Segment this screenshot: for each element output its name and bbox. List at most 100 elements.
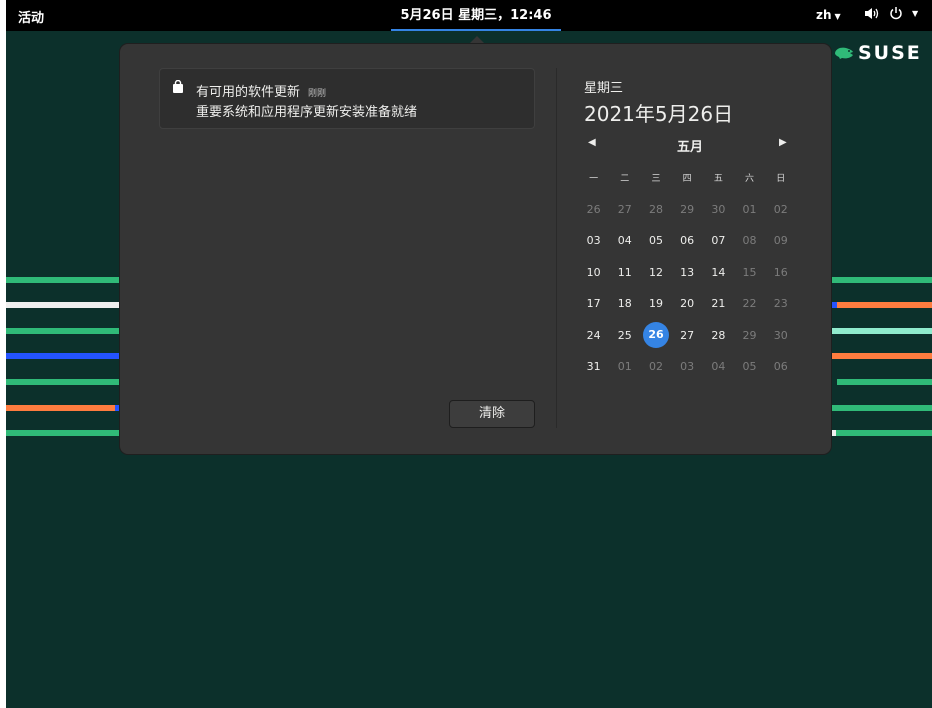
wallpaper-stripe — [837, 379, 932, 385]
calendar-day[interactable]: 07 — [703, 234, 734, 247]
wallpaper-stripe — [6, 328, 120, 334]
calendar-day[interactable]: 03 — [578, 234, 609, 247]
calendar-day-label: 26 — [642, 322, 669, 349]
calendar-day[interactable]: 06 — [672, 234, 703, 247]
clear-button[interactable]: 清除 — [449, 400, 535, 428]
chameleon-icon — [835, 47, 853, 59]
calendar-day[interactable]: 17 — [578, 297, 609, 310]
calendar-day[interactable]: 12 — [640, 266, 671, 279]
next-month-icon[interactable]: ▶ — [779, 137, 787, 148]
suse-logo-text: SUSE — [858, 42, 922, 64]
calendar-weekday-header: 六 — [745, 174, 755, 185]
calendar-grid: 一二三四五六日 26 27 28 29 30 01 02 03 04 05 06 07 08 09 10 11 1… — [578, 162, 802, 383]
calendar-day[interactable]: 28 — [703, 329, 734, 342]
calendar-day[interactable]: 31 — [578, 360, 609, 373]
calendar-day[interactable]: 01 — [734, 203, 765, 216]
calendar-day[interactable]: 27 — [672, 329, 703, 342]
calendar-day[interactable]: 15 — [734, 266, 765, 279]
calendar-day[interactable]: 11 — [609, 266, 640, 279]
wallpaper-stripe — [6, 379, 120, 385]
calendar-day[interactable]: 20 — [672, 297, 703, 310]
calendar-weekday-header: 五 — [713, 174, 723, 185]
calendar-day[interactable]: 10 — [578, 266, 609, 279]
calendar-week-row: 26 27 28 29 30 01 02 — [578, 194, 802, 226]
calendar-week-row: 03 04 05 06 07 08 09 — [578, 225, 802, 257]
wallpaper-stripe — [831, 277, 932, 283]
calendar-day[interactable]: 14 — [703, 266, 734, 279]
calendar-week-row: 10 11 12 13 14 15 16 — [578, 257, 802, 289]
calendar-day[interactable]: 16 — [765, 266, 796, 279]
calendar-weekday-header-row: 一二三四五六日 — [578, 162, 802, 194]
calendar-day[interactable]: 04 — [609, 234, 640, 247]
calendar-day[interactable]: 19 — [640, 297, 671, 310]
calendar-day[interactable]: 25 — [609, 329, 640, 342]
divider — [556, 68, 557, 428]
volume-icon — [865, 7, 879, 19]
notification-title-row: 有可用的软件更新 刚刚 — [196, 81, 326, 100]
wallpaper-stripe — [6, 405, 115, 411]
notification-item[interactable]: 有可用的软件更新 刚刚 重要系统和应用程序更新安装准备就绪 — [159, 68, 535, 129]
chevron-down-icon: ▼ — [912, 8, 919, 18]
calendar-week-row: 31 01 02 03 04 05 06 — [578, 351, 802, 383]
calendar-day[interactable]: 06 — [765, 360, 796, 373]
wallpaper-stripe — [831, 405, 932, 411]
wallpaper-stripe — [837, 302, 932, 308]
language-indicator[interactable]: zh ▼ — [816, 8, 841, 22]
calendar-day-today[interactable]: 26 — [640, 322, 671, 349]
notification-time: 刚刚 — [308, 89, 327, 99]
calendar-day[interactable]: 30 — [703, 203, 734, 216]
calendar-day[interactable]: 22 — [734, 297, 765, 310]
calendar-weekday-header: 日 — [776, 174, 786, 185]
shopping-bag-icon — [173, 80, 183, 93]
date-menu-popup: 有可用的软件更新 刚刚 重要系统和应用程序更新安装准备就绪 清除 星期三 2021… — [120, 44, 831, 454]
calendar-day[interactable]: 23 — [765, 297, 796, 310]
power-icon — [890, 7, 902, 20]
wallpaper-stripe — [831, 328, 932, 334]
calendar-weekday-header: 二 — [620, 174, 630, 185]
suse-logo: SUSE — [834, 42, 922, 64]
activities-button[interactable]: 活动 — [18, 7, 44, 26]
wallpaper-stripe — [6, 277, 120, 283]
calendar-day[interactable]: 24 — [578, 329, 609, 342]
notification-body: 重要系统和应用程序更新安装准备就绪 — [196, 105, 418, 120]
calendar-week-row: 24 25 26 27 28 29 30 — [578, 320, 802, 352]
wallpaper-stripe — [6, 353, 120, 359]
calendar-day[interactable]: 13 — [672, 266, 703, 279]
wallpaper-stripe — [6, 302, 120, 308]
notification-title: 有可用的软件更新 — [196, 85, 301, 100]
calendar-day[interactable]: 28 — [640, 203, 671, 216]
chevron-down-icon: ▼ — [834, 12, 841, 21]
calendar-full-date[interactable]: 2021年5月26日 — [584, 98, 733, 127]
calendar-day[interactable]: 27 — [609, 203, 640, 216]
calendar-day[interactable]: 04 — [703, 360, 734, 373]
system-menu[interactable]: ▼ — [864, 6, 918, 20]
calendar-month-nav: ◀ 五月 ▶ — [576, 134, 804, 156]
clock-button[interactable]: 5月26日 星期三，12:46 — [391, 0, 561, 31]
calendar-day[interactable]: 18 — [609, 297, 640, 310]
calendar-day[interactable]: 02 — [765, 203, 796, 216]
calendar-day[interactable]: 09 — [765, 234, 796, 247]
language-label: zh — [816, 8, 832, 22]
calendar-day[interactable]: 05 — [734, 360, 765, 373]
calendar-day[interactable]: 03 — [672, 360, 703, 373]
calendar-day[interactable]: 01 — [609, 360, 640, 373]
desktop: SUSE 活动 5月26日 星期三，12:46 zh ▼ ▼ 有可用的软件更新 … — [6, 0, 932, 708]
calendar-weekday-header: 一 — [589, 174, 599, 185]
calendar-day[interactable]: 05 — [640, 234, 671, 247]
calendar-day[interactable]: 02 — [640, 360, 671, 373]
calendar-day[interactable]: 29 — [672, 203, 703, 216]
calendar-day[interactable]: 30 — [765, 329, 796, 342]
wallpaper-stripe — [831, 353, 932, 359]
calendar-day[interactable]: 21 — [703, 297, 734, 310]
calendar-weekday-header: 三 — [651, 174, 661, 185]
calendar-week-row: 17 18 19 20 21 22 23 — [578, 288, 802, 320]
calendar-month: 五月 — [676, 140, 703, 155]
top-bar: 活动 5月26日 星期三，12:46 zh ▼ ▼ — [6, 0, 932, 31]
wallpaper-stripe — [836, 430, 932, 436]
wallpaper-stripe — [6, 430, 120, 436]
calendar-day[interactable]: 26 — [578, 203, 609, 216]
calendar-weekday: 星期三 — [584, 81, 624, 96]
calendar-day[interactable]: 08 — [734, 234, 765, 247]
calendar-weekday-header: 四 — [682, 174, 692, 185]
calendar-day[interactable]: 29 — [734, 329, 765, 342]
